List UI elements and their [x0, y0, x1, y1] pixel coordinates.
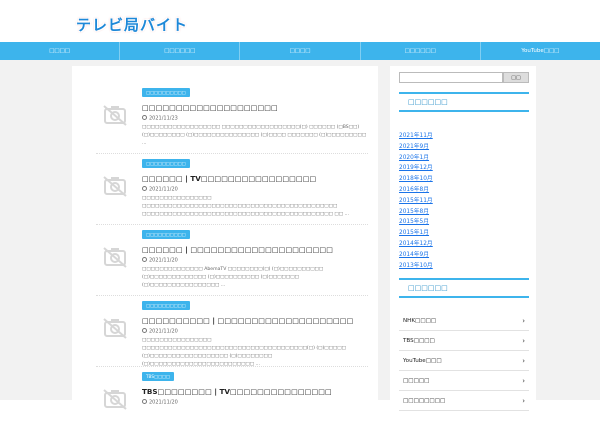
article-excerpt: □□□□□□□□□□□□□□ AbemaTV □□□□□□□□(□) (□)□□…	[142, 267, 324, 288]
clock-icon	[142, 115, 147, 120]
no-image-icon[interactable]	[102, 317, 128, 339]
category-item-label: □□□□□□□□	[403, 397, 446, 404]
article-date-text: 2021/11/20	[149, 257, 178, 264]
category-item[interactable]: TBS□□□□ ›	[399, 331, 529, 351]
archive-link[interactable]: 2019年12月	[399, 163, 433, 174]
site-header: テレビ局バイト	[0, 0, 600, 42]
archive-link[interactable]: 2016年8月	[399, 185, 433, 196]
archive-link[interactable]: 2015年5月	[399, 217, 433, 228]
category-item-label: YouTube□□□	[403, 357, 442, 364]
article-date: 2021/11/20	[142, 257, 178, 263]
article-date: 2021/11/20	[142, 328, 178, 334]
chevron-right-icon: ›	[522, 316, 525, 325]
article-date-text: 2021/11/20	[149, 186, 178, 193]
article-title[interactable]: □□□□□□ | □□□□□□□□□□□□□□□□□□□□□	[142, 245, 333, 254]
archive-link[interactable]: 2015年1月	[399, 228, 433, 239]
category-item[interactable]: NHK□□□□ ›	[399, 311, 529, 331]
article-date: 2021/11/23	[142, 115, 178, 121]
archive-link[interactable]: 2015年8月	[399, 207, 433, 218]
category-item-label: TBS□□□□	[403, 337, 435, 344]
archive-link[interactable]: 2021年9月	[399, 142, 433, 153]
sidebar: □□ □□□□□□ 2021年11月 2021年9月 2020年1月 2019年…	[390, 66, 536, 411]
site-logo[interactable]: テレビ局バイト	[76, 14, 188, 35]
category-item-label: NHK□□□□	[403, 317, 437, 324]
article-excerpt: □□□□□□□□□□□□□□□□ □□□□□□□□□□□□□□□□□□□□□□□…	[142, 338, 346, 367]
chevron-right-icon: ›	[522, 376, 525, 385]
chevron-right-icon: ›	[522, 356, 525, 365]
article-excerpt: □□□□□□□□□□□□□□□□□□ □□□□□□□□□□□□□□□□□□(□)…	[142, 125, 367, 146]
page-background: □□□□□□□□□□ □□□□□□□□□□□□□□□□□□□□ 2021/11/…	[0, 60, 600, 411]
nav-item-4[interactable]: □□□□□□	[361, 42, 481, 60]
article-card: TBS□□□□ TBS□□□□□□□□ | TV□□□□□□□□□□□□□□□ …	[96, 372, 368, 438]
article-date: 2021/11/20	[142, 186, 178, 192]
category-badge[interactable]: □□□□□□□□□□	[142, 230, 190, 239]
category-list: NHK□□□□ › TBS□□□□ › YouTube□□□ › □□□□□ › □□□…	[399, 311, 529, 411]
search-input[interactable]	[399, 72, 503, 83]
archive-list: 2021年11月 2021年9月 2020年1月 2019年12月 2018年1…	[399, 131, 433, 271]
article-card: □□□□□□□□□□ □□□□□□□□□□□□□□□□□□□□ 2021/11/…	[96, 88, 368, 154]
article-date-text: 2021/11/20	[149, 399, 178, 406]
article-title[interactable]: □□□□□□□□□□□□□□□□□□□□	[142, 103, 278, 112]
category-badge[interactable]: □□□□□□□□□□	[142, 301, 190, 310]
archive-link[interactable]: 2015年11月	[399, 196, 433, 207]
archive-link[interactable]: 2013年10月	[399, 261, 433, 272]
article-title[interactable]: TBS□□□□□□□□ | TV□□□□□□□□□□□□□□□	[142, 387, 332, 396]
clock-icon	[142, 186, 147, 191]
article-title[interactable]: □□□□□□□□□□ | □□□□□□□□□□□□□□□□□□□□	[142, 316, 353, 325]
category-item[interactable]: □□□□□□□□ ›	[399, 391, 529, 411]
nav-item-1[interactable]: □□□□	[0, 42, 121, 60]
archive-link[interactable]: 2020年1月	[399, 153, 433, 164]
article-date-text: 2021/11/23	[149, 115, 178, 122]
article-list: □□□□□□□□□□ □□□□□□□□□□□□□□□□□□□□ 2021/11/…	[72, 66, 378, 410]
category-item[interactable]: YouTube□□□ ›	[399, 351, 529, 371]
no-image-icon[interactable]	[102, 246, 128, 268]
nav-item-youtube[interactable]: YouTube□□□	[481, 42, 600, 60]
archive-link[interactable]: 2014年9月	[399, 250, 433, 261]
article-card: □□□□□□□□□□ □□□□□□ | TV□□□□□□□□□□□□□□□□□ …	[96, 159, 368, 225]
nav-item-3[interactable]: □□□□	[240, 42, 361, 60]
archive-link[interactable]: 2021年11月	[399, 131, 433, 142]
chevron-right-icon: ›	[522, 396, 525, 405]
category-badge[interactable]: □□□□□□□□□□	[142, 159, 190, 168]
archive-link[interactable]: 2018年10月	[399, 174, 433, 185]
category-item-label: □□□□□	[403, 377, 430, 384]
chevron-right-icon: ›	[522, 336, 525, 345]
article-date-text: 2021/11/20	[149, 328, 178, 335]
category-badge[interactable]: TBS□□□□	[142, 372, 174, 381]
article-title[interactable]: □□□□□□ | TV□□□□□□□□□□□□□□□□□	[142, 174, 316, 183]
search-button[interactable]: □□	[503, 72, 529, 83]
no-image-icon[interactable]	[102, 104, 128, 126]
nav-item-2[interactable]: □□□□□□	[120, 42, 241, 60]
category-item[interactable]: □□□□□ ›	[399, 371, 529, 391]
no-image-icon[interactable]	[102, 388, 128, 410]
category-badge[interactable]: □□□□□□□□□□	[142, 88, 190, 97]
article-card: □□□□□□□□□□ □□□□□□ | □□□□□□□□□□□□□□□□□□□□…	[96, 230, 368, 296]
article-card: □□□□□□□□□□ □□□□□□□□□□ | □□□□□□□□□□□□□□□□…	[96, 301, 368, 367]
article-excerpt: □□□□□□□□□□□□□□□□ □□□□□□□□□□□□□□□□□□□□□□□…	[142, 196, 349, 217]
clock-icon	[142, 328, 147, 333]
no-image-icon[interactable]	[102, 175, 128, 197]
global-nav: □□□□ □□□□□□ □□□□ □□□□□□ YouTube□□□	[0, 42, 600, 60]
category-widget-title: □□□□□□	[399, 278, 529, 298]
clock-icon	[142, 257, 147, 262]
archive-widget-title: □□□□□□	[399, 92, 529, 112]
archive-link[interactable]: 2014年12月	[399, 239, 433, 250]
